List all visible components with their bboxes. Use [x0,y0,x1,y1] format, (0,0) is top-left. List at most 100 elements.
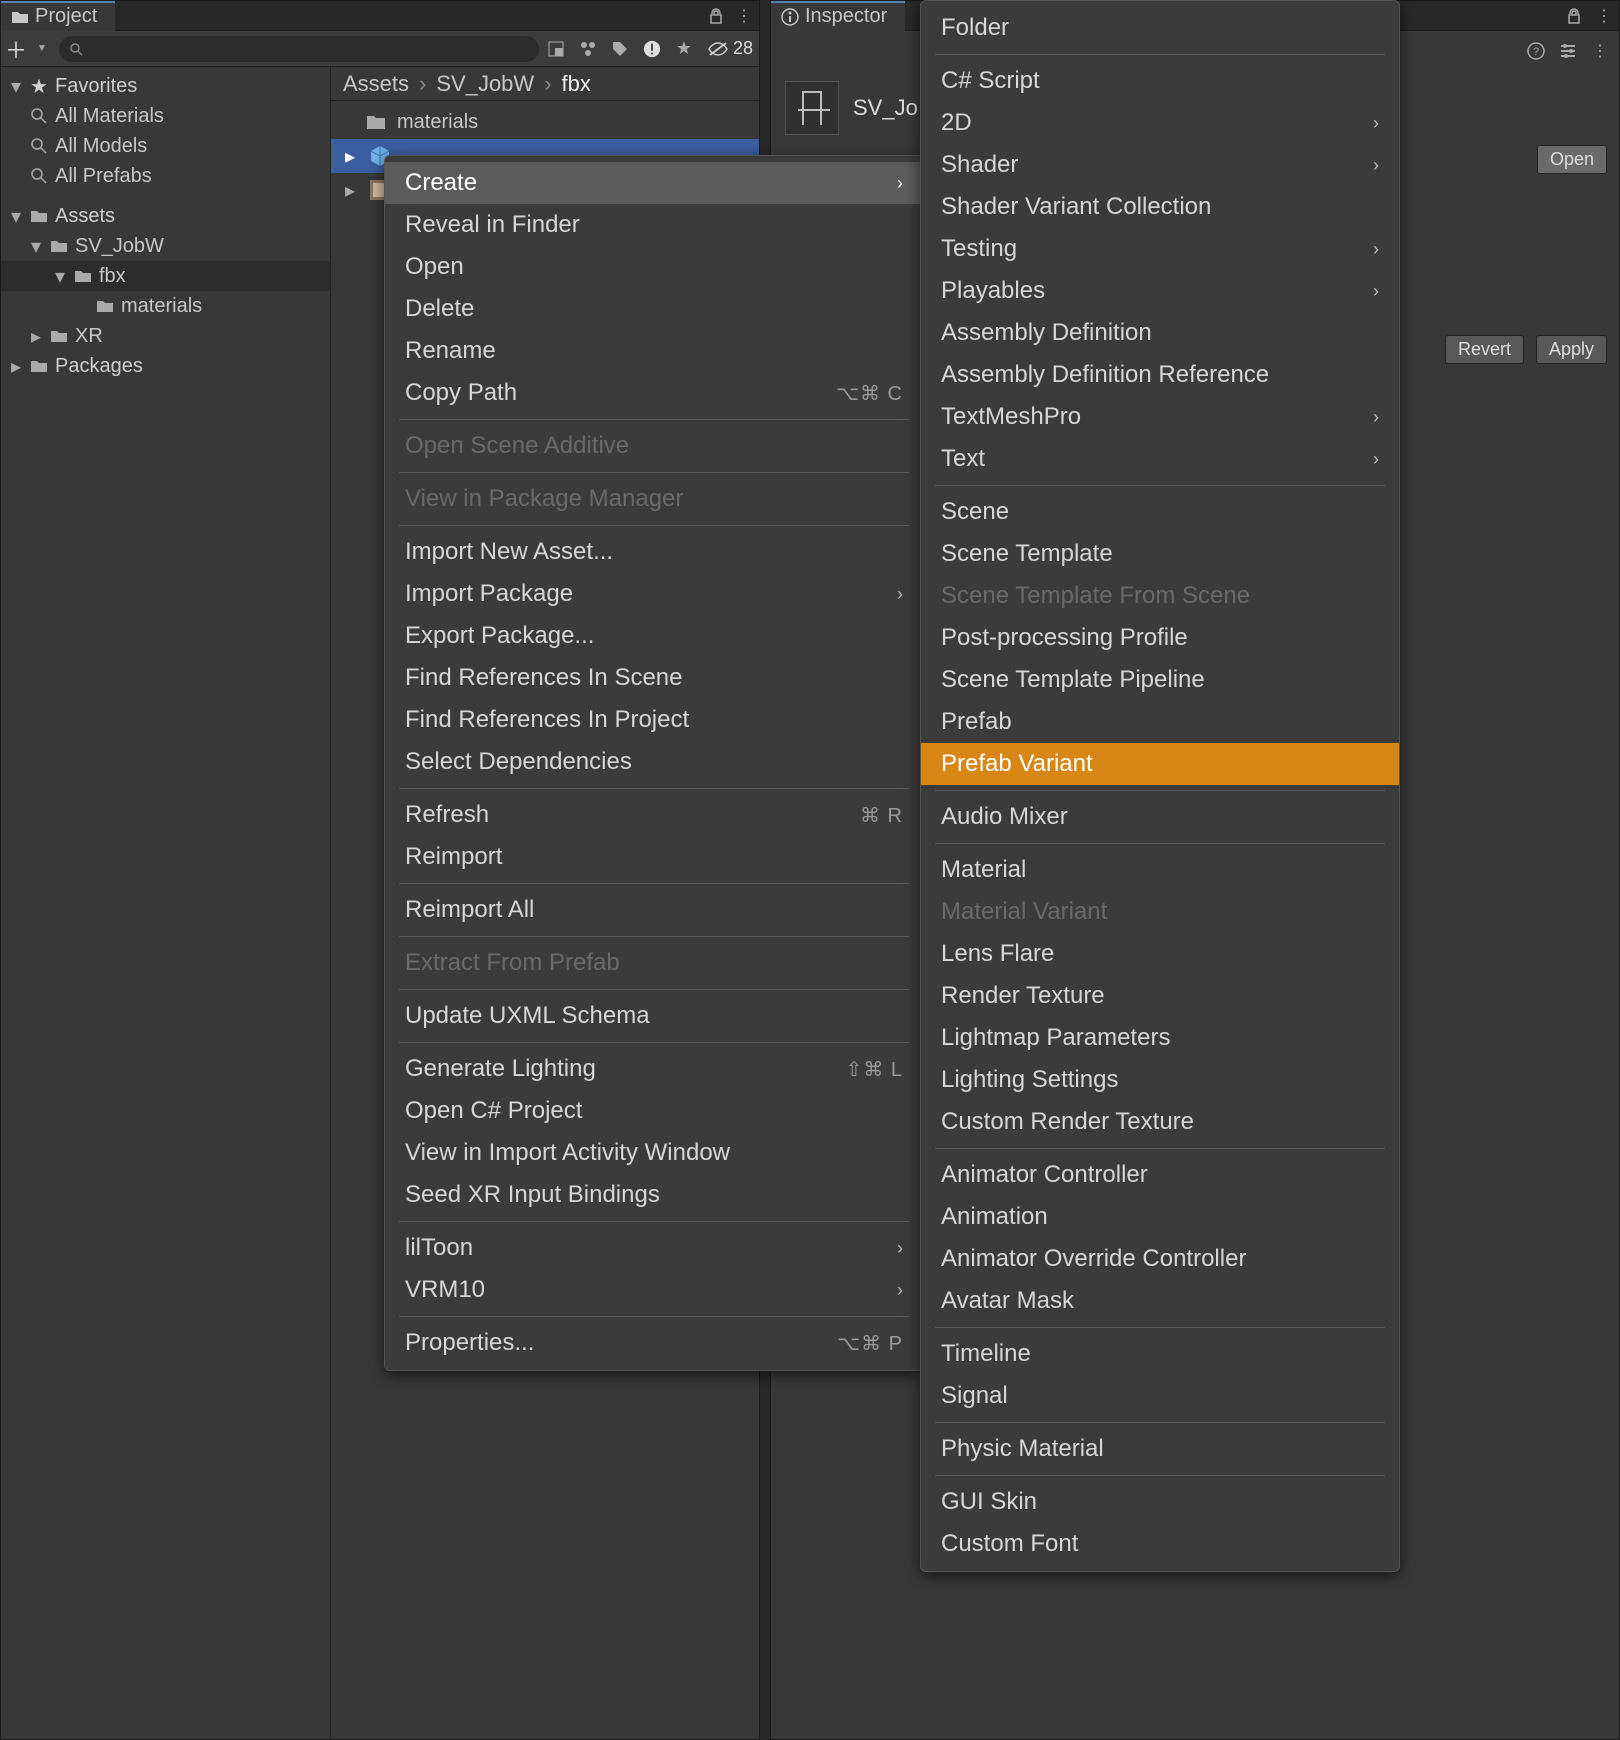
menu-item[interactable]: Open C# Project [385,1090,923,1132]
chevron-right-icon: ▸ [345,178,359,203]
lock-icon[interactable] [1565,7,1583,25]
menu-item[interactable]: Assembly Definition [921,312,1399,354]
menu-item[interactable]: Select Dependencies [385,741,923,783]
kebab-icon[interactable]: ⋮ [1595,7,1613,25]
menu-item[interactable]: Text› [921,438,1399,480]
menu-item[interactable]: Signal [921,1375,1399,1417]
favorite-item[interactable]: All Prefabs [1,161,330,191]
search-field[interactable] [89,40,529,58]
menu-item[interactable]: Physic Material [921,1428,1399,1470]
menu-item[interactable]: Assembly Definition Reference [921,354,1399,396]
menu-item[interactable]: C# Script [921,60,1399,102]
menu-item[interactable]: View in Import Activity Window [385,1132,923,1174]
breadcrumb-item[interactable]: SV_JobW [436,71,534,97]
menu-item[interactable]: Refresh⌘ R [385,794,923,836]
menu-item[interactable]: Find References In Project [385,699,923,741]
menu-item[interactable]: Folder [921,7,1399,49]
menu-item[interactable]: Shader Variant Collection [921,186,1399,228]
menu-item[interactable]: Prefab Variant [921,743,1399,785]
kebab-icon[interactable]: ⋮ [735,7,753,25]
revert-button[interactable]: Revert [1445,335,1524,364]
add-icon[interactable]: ＋ [7,40,25,58]
favorite-item[interactable]: All Materials [1,101,330,131]
menu-item-label: Rename [405,337,496,365]
hidden-badge[interactable]: 28 [707,38,753,59]
menu-item[interactable]: Playables› [921,270,1399,312]
menu-item[interactable]: Delete [385,288,923,330]
menu-item[interactable]: Rename [385,330,923,372]
search-input[interactable] [59,36,539,62]
menu-separator [399,883,909,884]
favorites-header[interactable]: ▾ ★ Favorites [1,71,330,101]
list-item[interactable]: materials [331,105,759,139]
menu-item[interactable]: Avatar Mask [921,1280,1399,1322]
folder-materials[interactable]: materials [1,291,330,321]
menu-item[interactable]: Custom Font [921,1523,1399,1565]
menu-item[interactable]: Lighting Settings [921,1059,1399,1101]
filter-scene-icon[interactable] [547,40,565,58]
tag-icon[interactable] [611,40,629,58]
breadcrumb-item[interactable]: Assets [343,71,409,97]
kebab-icon[interactable]: ⋮ [1591,42,1609,60]
menu-item[interactable]: Open [385,246,923,288]
menu-item[interactable]: Shader› [921,144,1399,186]
menu-item[interactable]: Animator Controller [921,1154,1399,1196]
folder-xr[interactable]: ▸ XR [1,321,330,351]
menu-item[interactable]: Seed XR Input Bindings [385,1174,923,1216]
menu-item[interactable]: VRM10› [385,1269,923,1311]
menu-item[interactable]: GUI Skin [921,1481,1399,1523]
menu-item[interactable]: Create› [385,162,923,204]
menu-item[interactable]: Prefab [921,701,1399,743]
menu-item[interactable]: Generate Lighting⇧⌘ L [385,1048,923,1090]
menu-shortcut: ⌥⌘ P [837,1331,903,1356]
menu-item[interactable]: Timeline [921,1333,1399,1375]
star-icon[interactable]: ★ [675,40,693,58]
menu-item[interactable]: Render Texture [921,975,1399,1017]
menu-item[interactable]: Post-processing Profile [921,617,1399,659]
favorite-item[interactable]: All Models [1,131,330,161]
menu-item[interactable]: Testing› [921,228,1399,270]
menu-item[interactable]: Animator Override Controller [921,1238,1399,1280]
menu-item[interactable]: Import Package› [385,573,923,615]
menu-item[interactable]: Properties...⌥⌘ P [385,1322,923,1364]
apply-button[interactable]: Apply [1536,335,1607,364]
menu-item[interactable]: Export Package... [385,615,923,657]
menu-item[interactable]: Scene Template Pipeline [921,659,1399,701]
menu-item[interactable]: Find References In Scene [385,657,923,699]
menu-item[interactable]: Reimport All [385,889,923,931]
menu-item[interactable]: Update UXML Schema [385,995,923,1037]
menu-item[interactable]: Lightmap Parameters [921,1017,1399,1059]
menu-item-label: Copy Path [405,379,517,407]
breadcrumb-item[interactable]: fbx [562,71,591,97]
help-icon[interactable]: ? [1527,42,1545,60]
menu-item[interactable]: Material [921,849,1399,891]
menu-item[interactable]: Lens Flare [921,933,1399,975]
filter-type-icon[interactable] [579,40,597,58]
menu-item[interactable]: 2D› [921,102,1399,144]
menu-item[interactable]: Animation [921,1196,1399,1238]
menu-item[interactable]: Scene Template [921,533,1399,575]
warning-icon[interactable] [643,40,661,58]
menu-item[interactable]: TextMeshPro› [921,396,1399,438]
folder-fbx[interactable]: ▾ fbx [1,261,330,291]
inspector-tab[interactable]: Inspector [771,1,905,31]
menu-item[interactable]: lilToon› [385,1227,923,1269]
menu-item[interactable]: Scene [921,491,1399,533]
project-tab[interactable]: Project [1,1,115,31]
lock-icon[interactable] [707,7,725,25]
open-button[interactable]: Open [1537,145,1607,174]
menu-item-label: Scene Template Pipeline [941,666,1205,694]
menu-item[interactable]: Import New Asset... [385,531,923,573]
add-dropdown-icon[interactable]: ▼ [33,40,51,58]
menu-item[interactable]: Custom Render Texture [921,1101,1399,1143]
folder-svjobw[interactable]: ▾ SV_JobW [1,231,330,261]
menu-item[interactable]: Audio Mixer [921,796,1399,838]
menu-item-label: Signal [941,1382,1008,1410]
assets-header[interactable]: ▾ Assets [1,201,330,231]
settings-icon[interactable] [1559,42,1577,60]
menu-item-label: Avatar Mask [941,1287,1074,1315]
menu-item[interactable]: Copy Path⌥⌘ C [385,372,923,414]
menu-item[interactable]: Reimport [385,836,923,878]
packages-header[interactable]: ▸ Packages [1,351,330,381]
menu-item[interactable]: Reveal in Finder [385,204,923,246]
